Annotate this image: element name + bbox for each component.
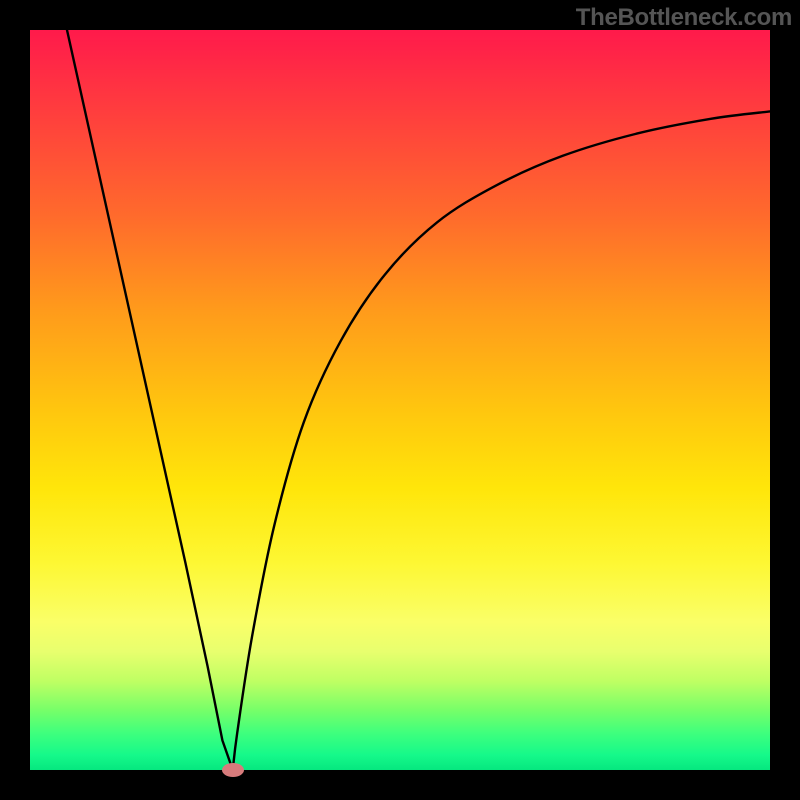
chart-frame: TheBottleneck.com <box>0 0 800 800</box>
watermark-text: TheBottleneck.com <box>576 4 792 32</box>
bottleneck-curve <box>30 30 770 770</box>
curve-path <box>67 30 770 770</box>
minimum-dot <box>222 763 244 777</box>
